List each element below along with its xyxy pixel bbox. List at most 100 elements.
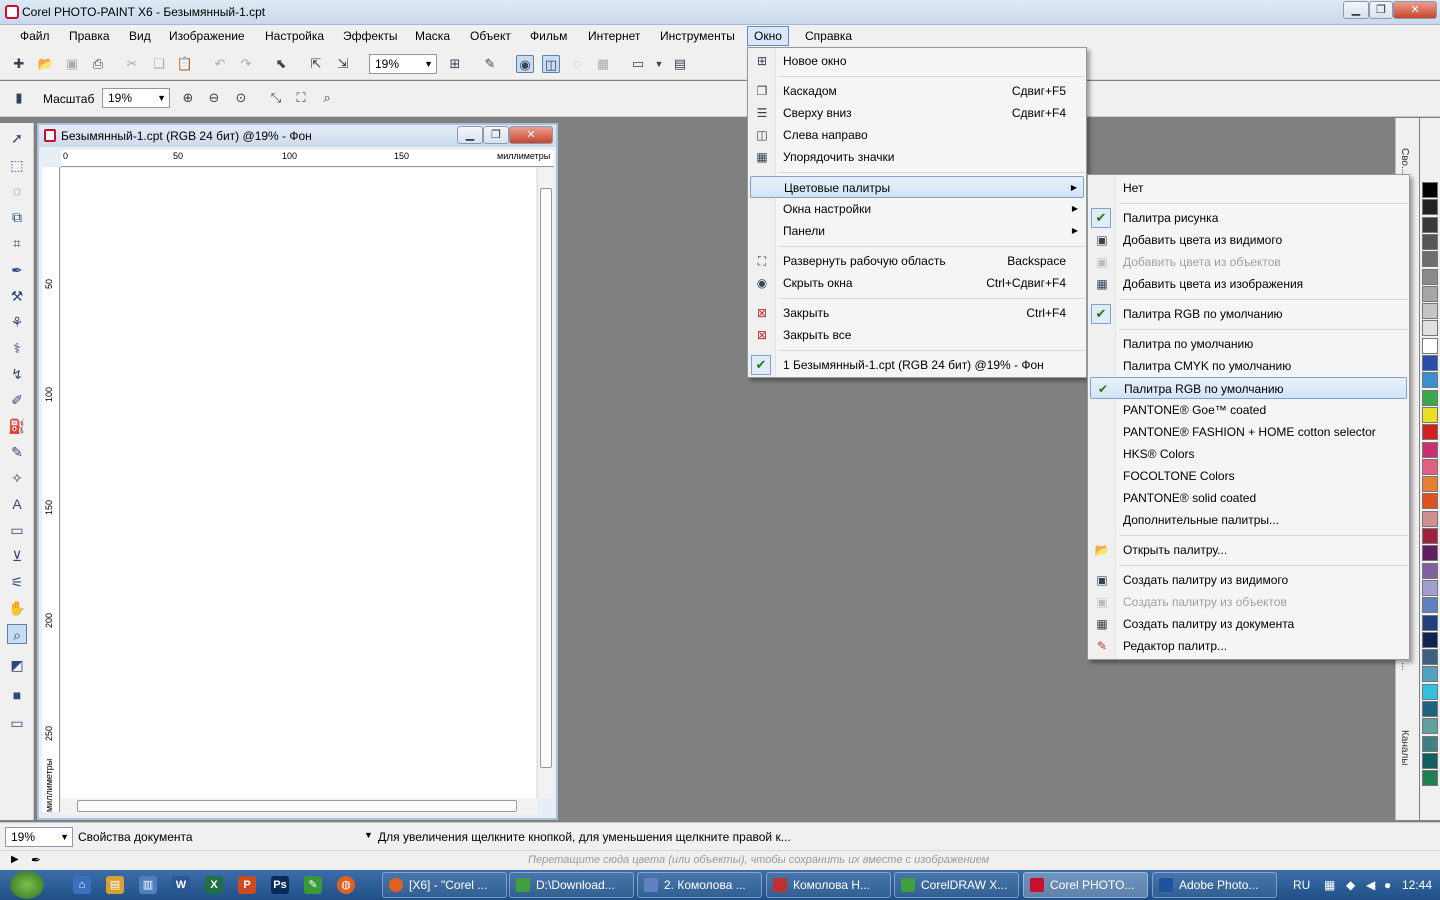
menu-item-close[interactable]: ⊠ Закрыть Ctrl+F4	[750, 302, 1084, 324]
menu-effects[interactable]: Эффекты	[343, 29, 398, 43]
palette-item-default-cmyk[interactable]: Палитра CMYK по умолчанию	[1090, 355, 1407, 377]
palette-swatch[interactable]	[1422, 735, 1438, 752]
brush-tool-icon[interactable]: ✎	[7, 442, 27, 462]
undo-icon[interactable]: ↶	[211, 55, 229, 73]
explorer-quick-icon[interactable]: ⌂	[73, 876, 91, 894]
zoom-out-icon[interactable]: ⊖	[205, 89, 223, 107]
menu-item-color-palettes[interactable]: Цветовые палитры ▶	[750, 176, 1084, 198]
lens-icon[interactable]: ▦	[594, 55, 612, 73]
scroll-thumb[interactable]	[540, 188, 552, 768]
zoom-width-icon[interactable]: ⌕	[318, 89, 336, 107]
network-icon[interactable]: ▦	[1324, 878, 1335, 892]
launcher-dropdown-icon[interactable]: ▼	[650, 55, 668, 73]
palette-swatch[interactable]	[1422, 579, 1438, 596]
menu-tools[interactable]: Инструменты	[660, 29, 735, 43]
palette-swatch[interactable]	[1422, 562, 1438, 579]
menu-item-toolbars[interactable]: Панели ▶	[750, 220, 1084, 242]
palette-swatch[interactable]	[1422, 597, 1438, 614]
menu-item-dockers[interactable]: Окна настройки ▶	[750, 198, 1084, 220]
palette-item-hks[interactable]: HKS® Colors	[1090, 443, 1407, 465]
document-properties[interactable]: Свойства документа	[78, 830, 193, 844]
horizontal-scrollbar[interactable]	[61, 798, 537, 815]
task-button[interactable]: Комолова Н...	[766, 872, 891, 898]
word-quick-icon[interactable]: W	[172, 876, 190, 894]
zoom-combo[interactable]: 19% ▼	[369, 54, 437, 74]
palette-item-default-rgb[interactable]: ✔ Палитра RGB по умолчанию	[1090, 303, 1407, 325]
doc-minimize-button[interactable]: ▁	[457, 126, 483, 144]
palette-item-default-rgb-active[interactable]: ✔ Палитра RGB по умолчанию	[1090, 377, 1407, 399]
palette-swatch[interactable]	[1422, 406, 1438, 423]
palette-swatch[interactable]	[1422, 303, 1438, 320]
palette-swatch[interactable]	[1422, 649, 1438, 666]
hand-tool-icon[interactable]: ✋	[7, 598, 27, 618]
zoom-fit-icon[interactable]: ⛶	[292, 89, 310, 107]
fit-icon[interactable]: ⊞	[446, 55, 464, 73]
menu-object[interactable]: Объект	[470, 29, 511, 43]
palette-swatch[interactable]	[1422, 770, 1438, 787]
palette-swatch[interactable]	[1422, 528, 1438, 544]
launch-icon[interactable]: ⇲	[334, 55, 352, 73]
menu-edit[interactable]: Правка	[69, 29, 110, 43]
palette-swatch[interactable]	[1422, 718, 1438, 735]
smear-tool-icon[interactable]: ↯	[7, 364, 27, 384]
task-button[interactable]: CorelDRAW X...	[894, 872, 1019, 898]
menu-movie[interactable]: Фильм	[530, 29, 567, 43]
folder-quick-icon[interactable]: ▤	[106, 876, 124, 894]
palette-item-create-visible[interactable]: ▣ Создать палитру из видимого	[1090, 569, 1407, 591]
zoom-100-icon[interactable]: ⊙	[232, 89, 250, 107]
rectangle-mask-icon[interactable]: ⬚	[7, 155, 27, 175]
start-button[interactable]	[10, 871, 44, 899]
copy-icon[interactable]: ❏	[150, 55, 168, 73]
cut-icon[interactable]: ✂	[123, 55, 141, 73]
volume-icon[interactable]: ◀	[1366, 878, 1375, 892]
palette-item-default[interactable]: Палитра по умолчанию	[1090, 333, 1407, 355]
paste-icon[interactable]: 📋	[176, 55, 194, 73]
palette-swatch[interactable]	[1422, 441, 1438, 458]
show-mask-icon[interactable]: ◉	[516, 55, 534, 73]
red-eye-icon[interactable]: ⚒	[7, 286, 27, 306]
play-icon[interactable]: ▶	[11, 854, 19, 865]
status-zoom-combo[interactable]: 19% ▼	[5, 827, 73, 847]
palette-item-none[interactable]: Нет	[1090, 177, 1407, 199]
palette-item-create-document[interactable]: ▦ Создать палитру из документа	[1090, 613, 1407, 635]
scale-combo[interactable]: 19% ▼	[102, 88, 170, 108]
excel-quick-icon[interactable]: X	[205, 876, 223, 894]
palette-swatch[interactable]	[1422, 545, 1438, 562]
menu-item-document-1[interactable]: ✔ 1 Безымянный-1.cpt (RGB 24 бит) @19% -…	[750, 354, 1084, 376]
zoom-selected-icon[interactable]: ⤡	[267, 89, 285, 107]
save-icon[interactable]: ▣	[63, 55, 81, 73]
powerpoint-quick-icon[interactable]: P	[238, 876, 256, 894]
import-icon[interactable]: ⬉	[272, 55, 290, 73]
palette-swatch[interactable]	[1422, 251, 1438, 268]
palette-swatch[interactable]	[1422, 216, 1438, 233]
image-sprayer-icon[interactable]: ⚟	[7, 572, 27, 592]
open-icon[interactable]: 📂	[37, 55, 55, 73]
fill-tool-icon[interactable]: ⛽	[7, 416, 27, 436]
palette-swatch[interactable]	[1422, 666, 1438, 683]
menu-item-expand-workspace[interactable]: ⛶ Развернуть рабочую область Backspace	[750, 250, 1084, 272]
menu-item-new-window[interactable]: ⊞ Новое окно	[750, 50, 1084, 72]
zoom-in-icon[interactable]: ⊕	[179, 89, 197, 107]
clone-tool-icon[interactable]: ⚘	[7, 312, 27, 332]
palette-item-pantone-solid[interactable]: PANTONE® solid coated	[1090, 487, 1407, 509]
tray-app-icon[interactable]: ◆	[1346, 878, 1355, 892]
menu-mask[interactable]: Маска	[415, 29, 450, 43]
new-icon[interactable]: ✚	[10, 55, 28, 73]
eyedropper-icon[interactable]: ✒	[31, 853, 41, 867]
menu-item-cascade[interactable]: ❐ Каскадом Сдвиг+F5	[750, 80, 1084, 102]
palette-item-focoltone[interactable]: FOCOLTONE Colors	[1090, 465, 1407, 487]
palette-item-add-image[interactable]: ▦ Добавить цвета из изображения	[1090, 273, 1407, 295]
color-swatch-icon[interactable]: ◩	[7, 655, 27, 675]
eyedropper-icon[interactable]: ✒	[7, 260, 27, 280]
menu-web[interactable]: Интернет	[588, 29, 640, 43]
welcome-screen-icon[interactable]: ▤	[671, 55, 689, 73]
task-button[interactable]: [X6] - "Corel ...	[382, 872, 507, 898]
shape-tool-icon[interactable]: ▭	[7, 520, 27, 540]
palette-item-more-palettes[interactable]: Дополнительные палитры...	[1090, 509, 1407, 531]
palette-swatch[interactable]	[1422, 424, 1438, 441]
clock[interactable]: 12:44	[1402, 878, 1432, 892]
task-button[interactable]: Adobe Photo...	[1152, 872, 1277, 898]
docker-tab-channels[interactable]: Каналы	[1399, 730, 1410, 766]
palette-swatch[interactable]	[1422, 337, 1438, 354]
palette-swatch[interactable]	[1422, 268, 1438, 285]
